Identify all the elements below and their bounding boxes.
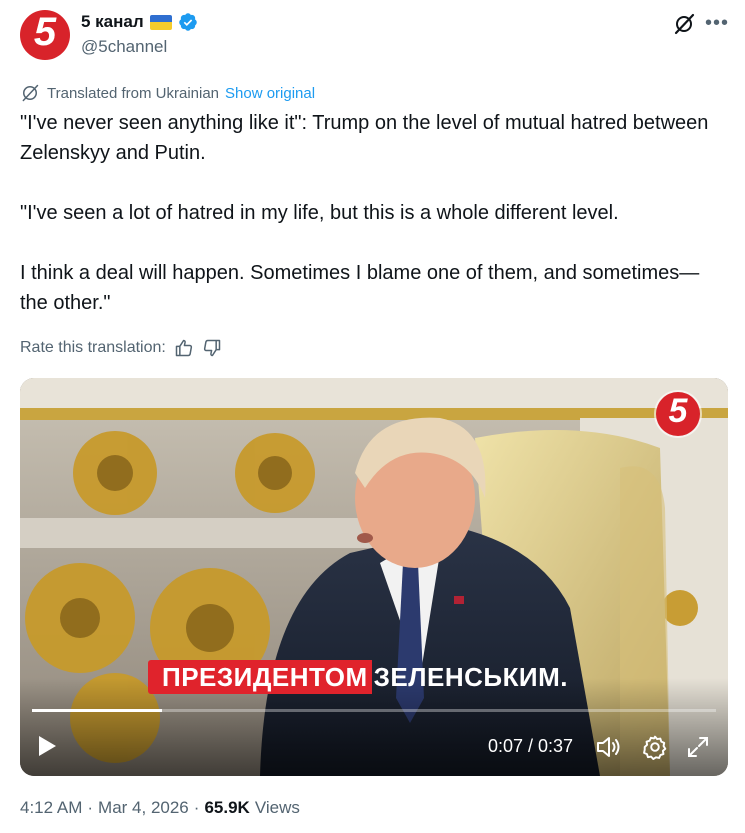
tweet-text: "I've never seen anything like it": Trum… (20, 108, 720, 318)
avatar-logo-text: 5 (33, 10, 57, 54)
tweet-meta: 4:12 AM · Mar 4, 2026 · 65.9K Views (20, 798, 300, 818)
video-subtitle: ПРЕЗИДЕНТОМ ЗЕЛЕНСЬКИМ. (148, 660, 568, 694)
video-progress-bar[interactable] (32, 709, 716, 712)
views-count: 65.9K (204, 798, 250, 817)
tweet-header: 5 5 канал @5channel ••• (20, 10, 730, 62)
translation-notice: Translated from Ukrainian Show original (20, 82, 315, 104)
play-icon[interactable] (36, 734, 58, 758)
show-original-link[interactable]: Show original (225, 85, 315, 102)
grok-icon[interactable] (672, 12, 696, 36)
tweet-paragraph: "I've never seen anything like it": Trum… (20, 112, 709, 164)
video-player[interactable]: 5 ПРЕЗИДЕНТОМ ЗЕЛЕНСЬКИМ. 0:07 / 0:37 (20, 378, 728, 776)
fullscreen-icon[interactable] (686, 735, 710, 759)
thumbs-up-icon[interactable] (174, 338, 194, 358)
meta-separator: · (87, 798, 94, 817)
settings-gear-icon[interactable] (642, 734, 668, 760)
channel-logo-text: 5 (668, 392, 688, 430)
channel-watermark-logo: 5 (656, 392, 700, 436)
translate-icon (22, 84, 39, 102)
tweet-time[interactable]: 4:12 AM (20, 798, 82, 818)
author-display-name[interactable]: 5 канал (81, 12, 144, 32)
rate-translation: Rate this translation: (20, 336, 222, 360)
video-time: 0:07 / 0:37 (488, 736, 574, 756)
tweet-paragraph: "I've seen a lot of hatred in my life, b… (20, 202, 619, 224)
author-name-row: 5 канал (81, 12, 198, 32)
tweet-date[interactable]: Mar 4, 2026 (98, 798, 189, 818)
volume-muted-icon[interactable] (596, 735, 622, 759)
translated-from-text: Translated from Ukrainian (47, 84, 220, 102)
subtitle-rest: ЗЕЛЕНСЬКИМ. (373, 661, 569, 692)
verified-badge-icon[interactable] (178, 12, 198, 32)
meta-separator: · (193, 798, 200, 817)
author-handle[interactable]: @5channel (81, 37, 167, 57)
avatar[interactable]: 5 (20, 10, 70, 60)
ukraine-flag-icon (149, 14, 172, 30)
tweet-paragraph: I think a deal will happen. Sometimes I … (20, 262, 700, 314)
rate-translation-label: Rate this translation: (20, 339, 166, 356)
subtitle-highlight: ПРЕЗИДЕНТОМ (148, 660, 372, 694)
video-progress-fill (32, 709, 162, 712)
more-options-icon[interactable]: ••• (705, 13, 729, 36)
views-label: Views (254, 798, 300, 817)
thumbs-down-icon[interactable] (202, 338, 222, 358)
